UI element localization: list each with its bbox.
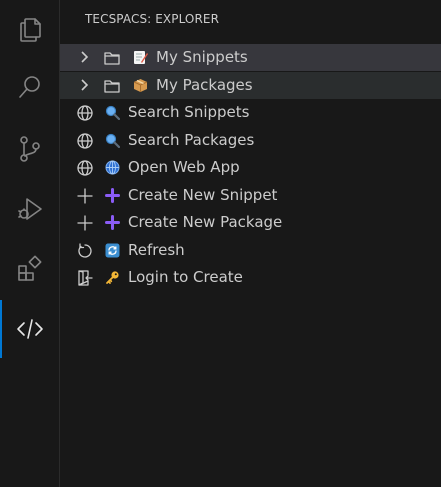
tree-item-my-snippets[interactable]: My Snippets — [60, 44, 441, 71]
search-icon — [19, 76, 40, 98]
plus-icon — [76, 214, 94, 232]
action-label: Create New Package — [128, 213, 283, 231]
activity-tecspacs-button[interactable] — [0, 300, 60, 358]
action-label: Login to Create — [128, 268, 243, 286]
purple-plus-icon — [105, 188, 120, 203]
activity-search-button[interactable] — [0, 58, 60, 116]
memo-icon — [133, 50, 148, 65]
tree-item-label: My Packages — [156, 76, 253, 94]
action-label: Search Snippets — [128, 103, 250, 121]
action-label: Search Packages — [128, 131, 255, 149]
activity-bar — [0, 0, 60, 487]
globe-icon — [76, 132, 94, 150]
tree-item-my-packages[interactable]: My Packages — [60, 72, 441, 99]
refresh-icon — [76, 242, 94, 260]
magnifier-icon — [105, 105, 121, 121]
action-create-new-snippet[interactable]: Create New Snippet — [60, 182, 441, 209]
refresh-emoji-icon — [105, 243, 120, 258]
globe-emoji-icon — [105, 160, 120, 175]
key-icon — [105, 270, 120, 285]
sign-in-icon — [76, 269, 94, 287]
activity-explorer-button[interactable] — [0, 0, 60, 58]
action-search-packages[interactable]: Search Packages — [60, 127, 441, 154]
activity-extensions-button[interactable] — [0, 240, 60, 298]
code-icon — [17, 319, 43, 339]
action-open-web-app[interactable]: Open Web App — [60, 154, 441, 181]
action-label: Refresh — [128, 241, 185, 259]
action-search-snippets[interactable]: Search Snippets — [60, 99, 441, 126]
sidebar-title: TECSPACS: EXPLORER — [85, 12, 220, 26]
sidebar-panel: TECSPACS: EXPLORER My Snippets My Packag… — [60, 0, 441, 487]
package-icon — [133, 78, 148, 93]
folder-icon — [103, 49, 121, 67]
magnifier-icon — [105, 133, 121, 149]
source-control-icon — [20, 136, 40, 162]
action-login-to-create[interactable]: Login to Create — [60, 264, 441, 291]
action-label: Open Web App — [128, 158, 240, 176]
action-label: Create New Snippet — [128, 186, 278, 204]
chevron-right-icon[interactable] — [77, 50, 91, 64]
globe-icon — [76, 104, 94, 122]
run-debug-icon — [18, 198, 42, 220]
activity-run-debug-button[interactable] — [0, 180, 60, 238]
plus-icon — [76, 187, 94, 205]
activity-source-control-button[interactable] — [0, 120, 60, 178]
folder-icon — [103, 77, 121, 95]
globe-icon — [76, 159, 94, 177]
action-create-new-package[interactable]: Create New Package — [60, 209, 441, 236]
chevron-right-icon[interactable] — [77, 78, 91, 92]
action-refresh[interactable]: Refresh — [60, 237, 441, 264]
files-icon — [20, 18, 41, 42]
tree-item-label: My Snippets — [156, 48, 248, 66]
purple-plus-icon — [105, 215, 120, 230]
extensions-icon — [18, 255, 42, 281]
